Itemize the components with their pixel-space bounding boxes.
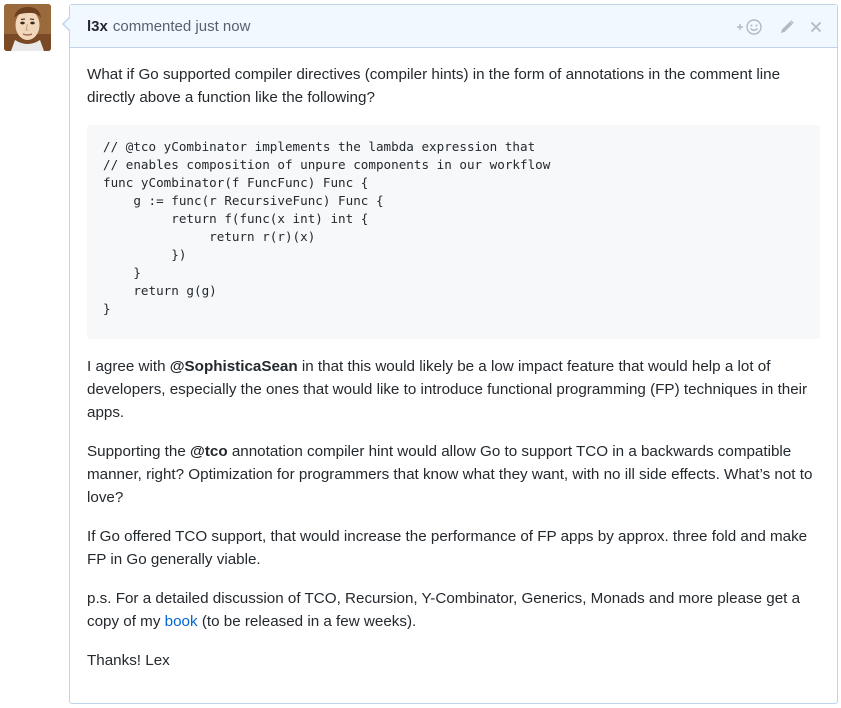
paragraph-support: Supporting the @tco annotation compiler …: [87, 440, 820, 509]
code-line: // @tco yCombinator implements the lambd…: [103, 139, 536, 154]
close-icon: [810, 21, 822, 32]
comment-actions: [735, 5, 823, 48]
delete-comment-button[interactable]: [809, 20, 823, 34]
paragraph-text: (to be released in a few weeks).: [197, 613, 417, 630]
avatar-image: [4, 4, 51, 51]
code-line: return g(g): [103, 283, 217, 298]
code-line: }: [103, 301, 111, 316]
paragraph-text: I agree with: [87, 358, 170, 375]
user-mention-link[interactable]: @SophisticaSean: [170, 358, 298, 375]
code-block: // @tco yCombinator implements the lambd…: [87, 125, 820, 339]
comment-author-link[interactable]: l3x: [87, 18, 108, 35]
tco-mention-link[interactable]: @tco: [190, 443, 228, 460]
paragraph-text: Supporting the: [87, 443, 191, 460]
comment-header: l3x commented just now: [70, 5, 837, 48]
paragraph-intro: What if Go supported compiler directives…: [87, 66, 781, 106]
paragraph-ps: p.s. For a detailed discussion of TCO, R…: [87, 587, 820, 633]
book-link[interactable]: book: [165, 613, 198, 630]
code-line: // enables composition of unpure compone…: [103, 157, 551, 172]
code-line: return r(r)(x): [103, 229, 316, 244]
comment-timestamp: commented just now: [112, 17, 251, 35]
code-line: return f(func(x int) int {: [103, 211, 369, 226]
avatar[interactable]: [4, 4, 51, 51]
paragraph-agree: I agree with @SophisticaSean in that thi…: [87, 355, 820, 424]
code-line: }): [103, 247, 187, 262]
comment-container: l3x commented just now What if Go suppor…: [62, 4, 838, 704]
code-line: }: [103, 265, 141, 280]
add-reaction-icon: [737, 18, 762, 35]
code-line: func yCombinator(f FuncFunc) Func {: [103, 175, 369, 190]
signoff: Thanks! Lex: [87, 652, 170, 669]
comment-body: What if Go supported compiler directives…: [70, 48, 837, 672]
edit-comment-button[interactable]: [779, 19, 795, 35]
code-line: g := func(r RecursiveFunc) Func {: [103, 193, 384, 208]
add-reaction-button[interactable]: [735, 18, 765, 36]
paragraph-performance: If Go offered TCO support, that would in…: [87, 528, 808, 568]
pencil-icon: [781, 19, 794, 33]
